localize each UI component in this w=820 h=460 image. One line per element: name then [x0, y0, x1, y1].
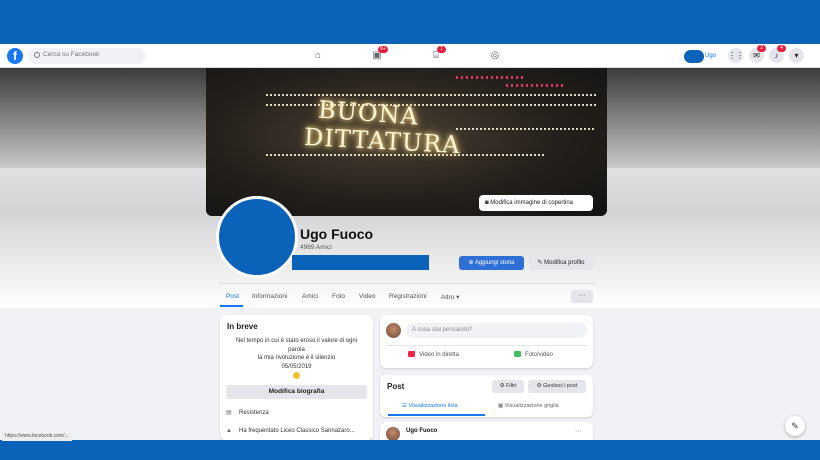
edit-cover-button[interactable]: ◙ Modifica immagine di copertina — [479, 195, 593, 211]
cover-lights-red — [456, 76, 526, 79]
top-redaction-band — [0, 0, 820, 44]
active-view-indicator — [388, 414, 485, 416]
list-view-tab[interactable]: ☰ Visualizzazione lista — [402, 403, 458, 409]
grid-view-label: Visualizzazione griglia — [504, 403, 559, 409]
avatar[interactable] — [386, 427, 400, 441]
watch-icon[interactable]: ▣ 9+ — [370, 46, 388, 63]
groups-glyph: ◎ — [490, 50, 500, 61]
intro-bio: Nel tempo in cui è stato eroso il valore… — [226, 337, 367, 379]
edit-cover-label: Modifica immagine di copertina — [490, 200, 574, 206]
profile-name: Ugo Fuoco — [300, 226, 374, 242]
briefcase-icon: ▤ — [226, 410, 232, 416]
active-tab-indicator — [220, 305, 243, 307]
grid-icon: ▦ — [498, 403, 505, 409]
tab-photos[interactable]: Foto — [332, 293, 345, 300]
intro-row-work: ▤ Resistenza — [226, 409, 269, 416]
cover-backdrop-right — [607, 68, 820, 168]
profile-shortcut[interactable]: Ugo — [684, 50, 720, 63]
account-dropdown-icon[interactable]: ▾ — [789, 48, 804, 63]
photo-video-button[interactable]: Foto/video — [514, 351, 553, 358]
tabs-divider — [219, 283, 596, 284]
avatar — [684, 50, 704, 63]
school-icon: ▲ — [226, 428, 232, 434]
cover-lights — [456, 128, 596, 130]
top-navbar: f Cerca su Facebook ⌂ ▣ 9+ ⌸ 1 ◎ Ugo ⋮⋮ ✉ 2… — [0, 44, 820, 68]
search-input[interactable]: Cerca su Facebook — [28, 48, 146, 64]
friends-avatars-redacted — [292, 255, 429, 270]
grid-view-tab[interactable]: ▦ Visualizzazione griglia — [498, 403, 559, 409]
profile-picture[interactable] — [216, 196, 298, 278]
photo-video-label: Foto/video — [525, 352, 554, 358]
search-placeholder: Cerca su Facebook — [43, 51, 100, 58]
cover-lights — [266, 94, 596, 96]
marketplace-icon[interactable]: ⌸ 1 — [429, 46, 446, 63]
composer-divider — [386, 345, 587, 346]
notifications-badge: 4 — [777, 45, 786, 52]
bio-line: 05/05/2019 — [281, 363, 312, 370]
posts-title: Post — [387, 382, 405, 391]
post-author[interactable]: Ugo Fuoco — [406, 428, 437, 434]
post-composer: A cosa stai pensando? Video in diretta F… — [380, 315, 593, 368]
edit-bio-button[interactable]: Modifica biografia — [226, 385, 367, 399]
live-video-icon — [408, 351, 415, 357]
more-options-button[interactable]: ··· — [571, 290, 593, 303]
intro-card: In breve Nel tempo in cui è stato eroso … — [220, 315, 373, 440]
new-message-button[interactable]: ✎ — [785, 416, 805, 436]
cover-photo[interactable]: BUONA DITTATURA — [206, 68, 607, 216]
edit-profile-button[interactable]: ✎ Modifica profilo — [529, 256, 593, 270]
groups-icon[interactable]: ◎ — [488, 49, 502, 63]
notifications-icon[interactable]: ♪ 4 — [769, 45, 786, 63]
cover-lights-red — [506, 84, 566, 87]
intro-row-school: ▲ Ha frequentato Liceo Classico Sannazaro… — [226, 428, 355, 434]
messenger-badge: 2 — [757, 45, 766, 52]
smile-emoji-icon — [293, 372, 300, 379]
cover-backdrop-left — [0, 68, 206, 168]
friends-count[interactable]: 4969 Amici — [300, 244, 332, 251]
menu-grid-icon[interactable]: ⋮⋮ — [728, 48, 744, 63]
filters-button[interactable]: ⚙ Filtri — [492, 380, 524, 393]
add-story-button[interactable]: ⊕ Aggiungi storia — [459, 256, 524, 270]
post-menu-button[interactable]: ··· — [575, 428, 582, 435]
facebook-logo[interactable]: f — [7, 48, 23, 64]
tab-friends[interactable]: Amici — [302, 293, 318, 300]
intro-title: In breve — [227, 322, 258, 331]
watch-badge: 9+ — [378, 46, 388, 53]
intro-row-text[interactable]: Ha frequentato Liceo Classico Sannazaro.… — [239, 428, 355, 434]
tab-video[interactable]: Video — [359, 293, 376, 300]
live-video-label: Video in diretta — [419, 352, 459, 358]
list-view-label: Visualizzazione lista — [408, 403, 458, 409]
avatar — [386, 323, 401, 338]
bio-line: parola — [288, 346, 305, 353]
cover-lights — [266, 104, 596, 106]
manage-posts-label: Gestisci i post — [543, 383, 578, 389]
edit-profile-label: Modifica profilo — [544, 260, 585, 266]
cover-sign-line2: DITTATURA — [303, 122, 462, 160]
add-story-label: Aggiungi storia — [474, 260, 515, 266]
bio-line: Nel tempo in cui è stato eroso il valore… — [235, 338, 358, 344]
manage-posts-button[interactable]: ⚙ Gestisci i post — [528, 380, 586, 393]
home-icon[interactable]: ⌂ — [311, 49, 325, 63]
tab-post[interactable]: Post — [226, 293, 239, 300]
live-video-button[interactable]: Video in diretta — [408, 351, 459, 358]
tab-recordings[interactable]: Registrazioni — [389, 293, 427, 300]
intro-row-text: Resistenza — [239, 410, 269, 416]
home-glyph: ⌂ — [314, 50, 322, 61]
composer-input[interactable]: A cosa stai pensando? — [406, 323, 587, 338]
profile-shortcut-name: Ugo — [705, 53, 717, 59]
filters-label: Filtri — [506, 383, 517, 389]
bio-line: la mia rivoluzione è il silenzio — [257, 355, 336, 361]
messenger-icon[interactable]: ✉ 2 — [749, 45, 766, 63]
tab-more[interactable]: Altro ▾ — [441, 293, 459, 301]
bottom-redaction-band — [0, 440, 820, 460]
search-icon — [34, 52, 40, 58]
status-url: https://www.facebook.com/... — [2, 433, 72, 441]
marketplace-badge: 1 — [437, 46, 446, 53]
photo-icon — [514, 351, 521, 357]
tab-info[interactable]: Informazioni — [252, 293, 287, 300]
